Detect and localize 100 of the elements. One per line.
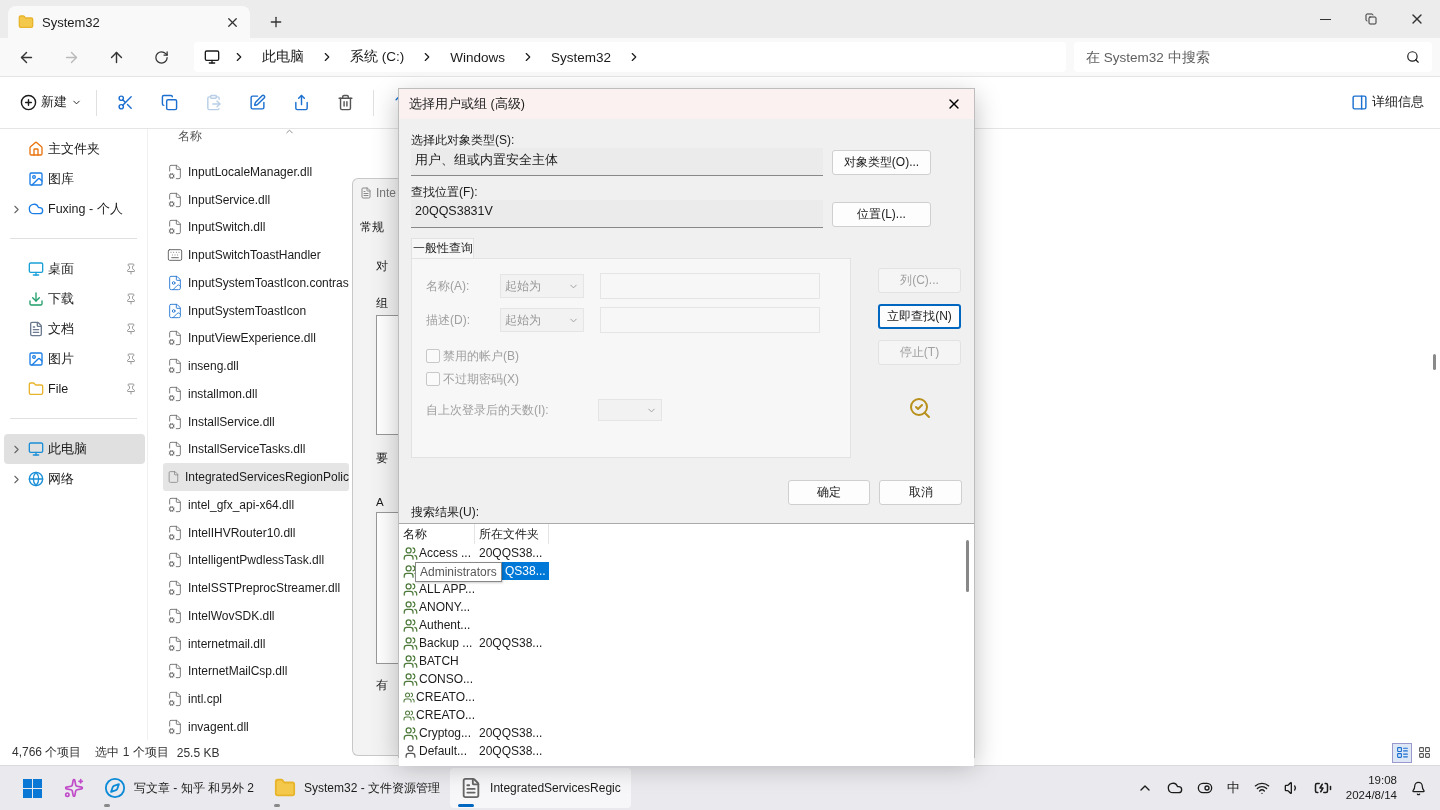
search-field[interactable]: 在 System32 中搜索: [1074, 42, 1432, 72]
dll-file-icon: [167, 385, 183, 402]
details-button[interactable]: 详细信息: [1343, 86, 1432, 119]
new-button[interactable]: 新建: [12, 86, 90, 119]
sidebar-item[interactable]: Fuxing - 个人: [4, 194, 145, 224]
table-cell[interactable]: CREATO...: [416, 690, 475, 704]
folder-icon: [18, 14, 34, 30]
file-row[interactable]: intl.cpl: [163, 685, 349, 713]
item-count: 4,766 个项目: [12, 744, 82, 761]
notification-icon[interactable]: [1411, 780, 1426, 796]
sidebar-item[interactable]: 主文件夹: [4, 134, 145, 164]
file-row[interactable]: InputLocaleManager.dll: [163, 158, 349, 186]
table-cell[interactable]: Access ...: [419, 546, 471, 560]
computer-icon: [204, 49, 220, 65]
taskbar-app[interactable]: System32 - 文件资源管理: [264, 768, 451, 808]
sidebar-item[interactable]: 网络: [4, 464, 145, 494]
table-cell[interactable]: 20QQS38...: [475, 634, 549, 652]
file-row[interactable]: InstallServiceTasks.dll: [163, 435, 349, 464]
file-row[interactable]: InternetMailCsp.dll: [163, 657, 349, 686]
sidebar-item[interactable]: 图片: [4, 344, 145, 374]
toggle-icon[interactable]: [1196, 780, 1213, 796]
column-header[interactable]: 所在文件夹: [475, 524, 549, 544]
window-tab[interactable]: System32: [8, 6, 250, 38]
breadcrumb-item[interactable]: 此电脑: [258, 48, 308, 66]
sidebar-item[interactable]: 文档: [4, 314, 145, 344]
table-cell[interactable]: ALL APP...: [418, 582, 475, 596]
folder-icon: [274, 777, 296, 799]
file-row[interactable]: intel_gfx_api-x64.dll: [163, 491, 349, 519]
wifi-icon[interactable]: [1253, 780, 1270, 796]
dialog-button[interactable]: 立即查找(N): [878, 304, 961, 329]
file-row[interactable]: InstallService.dll: [163, 407, 349, 436]
tab[interactable]: 常规: [360, 220, 384, 235]
plus-icon: [268, 14, 284, 30]
scrollbar-thumb[interactable]: [1432, 354, 1436, 370]
field-label: 组: [376, 296, 388, 311]
sidebar-item[interactable]: 桌面: [4, 254, 145, 284]
dll-file-icon: [167, 330, 183, 347]
document-icon: [360, 187, 372, 199]
taskbar-app[interactable]: 写文章 - 知乎 和另外 2: [94, 768, 264, 808]
dll-file-icon: [167, 635, 183, 652]
locations-button[interactable]: 位置(L)...: [832, 201, 931, 227]
column-header[interactable]: 名称: [399, 524, 475, 544]
image-file-icon: [167, 274, 183, 291]
cancel-button[interactable]: 取消: [879, 480, 962, 505]
file-row[interactable]: InputService.dll: [163, 185, 349, 214]
dll-file-icon: [167, 607, 183, 624]
table-cell[interactable]: 20QQS38...: [475, 724, 549, 742]
dll-file-icon: [167, 163, 183, 180]
list-icon: [1395, 746, 1409, 759]
table-cell[interactable]: CONSO...: [419, 672, 473, 686]
home-icon: [28, 141, 44, 157]
table-cell[interactable]: CREATO...: [416, 708, 475, 722]
folder-icon: [28, 381, 44, 397]
new-tab-button[interactable]: [268, 14, 284, 30]
file-row[interactable]: IntegratedServicesRegionPolic: [163, 463, 349, 491]
file-row[interactable]: installmon.dll: [163, 380, 349, 408]
file-row[interactable]: IntelWovSDK.dll: [163, 602, 349, 630]
sidebar-item[interactable]: 下载: [4, 284, 145, 314]
file-row[interactable]: IntelIHVRouter10.dll: [163, 518, 349, 547]
cloud-icon[interactable]: [1166, 780, 1183, 796]
taskbar-app[interactable]: IntegratedServicesRegic: [450, 768, 631, 808]
details-view-button[interactable]: [1392, 742, 1412, 763]
grid-icon: [1417, 746, 1431, 759]
file-row[interactable]: inseng.dll: [163, 352, 349, 380]
file-row[interactable]: invagent.dll: [163, 713, 349, 740]
table-cell[interactable]: Authent...: [419, 618, 471, 632]
sidebar-item[interactable]: 图库: [4, 164, 145, 194]
file-row[interactable]: InputSwitchToastHandler: [163, 241, 349, 269]
table-cell[interactable]: 20QQS38...: [475, 544, 549, 562]
address-bar[interactable]: 此电脑 系统 (C:) Windows System32: [194, 42, 1066, 72]
ok-button[interactable]: 确定: [788, 480, 870, 505]
table-cell[interactable]: BATCH: [419, 654, 459, 668]
sidebar-item[interactable]: File: [4, 374, 145, 404]
file-row[interactable]: internetmail.dll: [163, 629, 349, 658]
file-row[interactable]: InputSystemToastIcon: [163, 296, 349, 325]
table-cell[interactable]: Default...: [419, 744, 468, 758]
tab[interactable]: 一般性查询: [411, 238, 474, 258]
sidebar-item[interactable]: 此电脑: [4, 434, 145, 464]
refresh-icon: [153, 49, 169, 65]
table-cell[interactable]: Cryptog...: [419, 726, 472, 740]
table-cell[interactable]: 20QQS38...: [475, 742, 549, 760]
breadcrumb-item[interactable]: System32: [547, 49, 616, 65]
users-icon: [403, 599, 418, 615]
column-header[interactable]: 名称: [178, 129, 202, 147]
user-icon: [403, 743, 418, 759]
image-icon: [28, 171, 44, 187]
table-cell[interactable]: Backup ...: [419, 636, 473, 650]
input-method-indicator[interactable]: 中: [1226, 779, 1240, 797]
file-row[interactable]: InputViewExperience.dll: [163, 324, 349, 353]
file-row[interactable]: IntelSSTPreprocStreamer.dll: [163, 574, 349, 602]
breadcrumb-item[interactable]: Windows: [446, 49, 509, 65]
file-row[interactable]: InputSwitch.dll: [163, 213, 349, 242]
clock[interactable]: 19:08 2024/8/14: [1345, 773, 1397, 803]
file-row[interactable]: InputSystemToastIcon.contras: [163, 269, 349, 297]
dll-file-icon: [167, 219, 183, 236]
breadcrumb-item[interactable]: 系统 (C:): [346, 48, 409, 66]
table-cell[interactable]: ANONY...: [419, 600, 471, 614]
scrollbar-thumb[interactable]: [965, 540, 969, 592]
object-types-button[interactable]: 对象类型(O)...: [832, 149, 931, 175]
file-row[interactable]: IntelligentPwdlessTask.dll: [163, 546, 349, 575]
